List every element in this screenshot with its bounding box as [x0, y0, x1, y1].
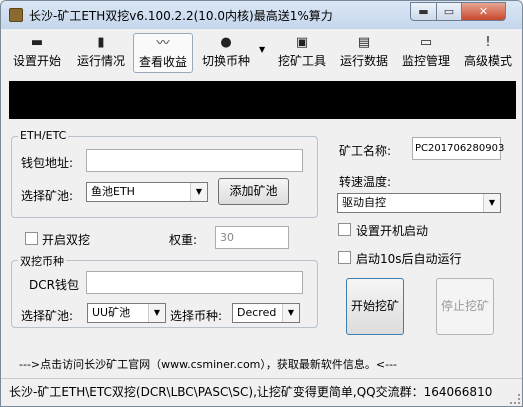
dcr-wallet-label: DCR钱包	[29, 278, 79, 292]
dual-mining-label: 开启双挖	[42, 233, 91, 247]
toggle-icon: ▬	[30, 35, 44, 50]
maximize-button[interactable]: ▭	[436, 2, 462, 21]
tab-view-earnings[interactable]: 〰 查看收益	[133, 33, 193, 73]
start-mining-button[interactable]: 开始挖矿	[346, 278, 404, 335]
toolbar: ▬ 设置开始 ▮ 运行情况 〰 查看收益 ● 切换币种 ▼ ▣ 挖矿工具 ▤ 运…	[6, 33, 519, 75]
tab-label: 切换币种	[201, 54, 250, 68]
tab-switch-coin[interactable]: ● 切换币种	[195, 33, 257, 73]
tab-advanced[interactable]: ! 高级模式	[457, 33, 519, 73]
tab-label: 挖矿工具	[277, 54, 326, 68]
tab-run-status[interactable]: ▮ 运行情况	[70, 33, 132, 73]
coin-value: Decred	[237, 306, 277, 319]
tab-label: 高级模式	[463, 54, 512, 68]
tab-label: 运行情况	[76, 54, 125, 68]
tab-monitor[interactable]: ▭ 监控管理	[395, 33, 457, 73]
chevron-down-icon[interactable]: ▼	[259, 45, 265, 54]
website-link[interactable]: --->点击访问长沙矿工官网（www.csminer.com），获取最新软件信息…	[19, 356, 397, 372]
dual-pool-select[interactable]: UU矿池 ▼	[87, 303, 166, 323]
autostart-checkbox[interactable]	[338, 223, 351, 236]
coin-label: 选择币种:	[170, 309, 223, 323]
wallet-label: 钱包地址:	[21, 156, 74, 170]
eth-group-title: ETH/ETC	[18, 129, 69, 142]
app-icon	[9, 8, 23, 22]
title-bar: 长沙-矿工ETH双挖v6.100.2.2(10.0内核)最高送1%算力 ▬ ▭ …	[1, 1, 522, 29]
dual-coin-group-title: 双挖币种	[18, 253, 66, 269]
miner-name-input[interactable]: PC201706280903	[412, 137, 504, 160]
chevron-down-icon: ▼	[190, 183, 207, 201]
tab-label: 查看收益	[138, 55, 187, 69]
fan-temp-select[interactable]: 驱动自控 ▼	[337, 193, 501, 213]
status-bar: 长沙-矿工ETH\ETC双挖(DCR\LBC\PASC\SC),让挖矿变得更简单…	[1, 378, 522, 406]
bar-chart-icon: ▮	[97, 35, 105, 50]
tab-label: 运行数据	[339, 54, 388, 68]
trend-icon: 〰	[156, 36, 170, 51]
document-icon: ▤	[357, 35, 371, 50]
coin-icon: ●	[220, 35, 232, 50]
toolbox-icon: ▣	[295, 35, 309, 50]
alert-icon: !	[485, 35, 491, 50]
wallet-address-input[interactable]	[86, 149, 303, 172]
monitor-icon: ▭	[419, 35, 433, 50]
chevron-down-icon: ▼	[148, 304, 165, 322]
autostart-label: 设置开机启动	[356, 224, 429, 238]
log-banner	[9, 81, 516, 119]
stop-mining-button[interactable]: 停止挖矿	[436, 278, 494, 335]
autorun-checkbox[interactable]	[338, 251, 351, 264]
close-button[interactable]: ✕	[461, 2, 506, 21]
tab-label: 设置开始	[12, 54, 61, 68]
weight-input[interactable]: 30	[215, 226, 289, 249]
pool-label: 选择矿池:	[21, 189, 74, 203]
coin-select[interactable]: Decred ▼	[232, 303, 300, 323]
fan-temp-label: 转速温度:	[339, 175, 392, 189]
main-window: 长沙-矿工ETH双挖v6.100.2.2(10.0内核)最高送1%算力 ▬ ▭ …	[0, 0, 523, 407]
eth-pool-value: 鱼池ETH	[91, 185, 135, 198]
tab-mining-tools[interactable]: ▣ 挖矿工具	[271, 33, 333, 73]
resize-grip-icon[interactable]	[510, 394, 520, 404]
dual-mining-checkbox[interactable]	[25, 232, 38, 245]
tab-setup-start[interactable]: ▬ 设置开始	[6, 33, 68, 73]
dual-pool-value: UU矿池	[92, 306, 131, 319]
dual-pool-label: 选择矿池:	[21, 309, 74, 323]
autorun-label: 启动10s后自动运行	[356, 252, 462, 266]
add-pool-button[interactable]: 添加矿池	[218, 178, 289, 205]
eth-pool-select[interactable]: 鱼池ETH ▼	[86, 182, 208, 202]
minimize-button[interactable]: ▬	[410, 2, 437, 21]
chevron-down-icon: ▼	[483, 194, 500, 212]
status-text: 长沙-矿工ETH\ETC双挖(DCR\LBC\PASC\SC),让挖矿变得更简单…	[9, 385, 493, 399]
chevron-down-icon: ▼	[282, 304, 299, 322]
weight-label: 权重:	[169, 233, 198, 247]
tab-label: 监控管理	[401, 54, 450, 68]
miner-name-label: 矿工名称:	[339, 144, 392, 158]
tab-run-data[interactable]: ▤ 运行数据	[333, 33, 395, 73]
window-title: 长沙-矿工ETH双挖v6.100.2.2(10.0内核)最高送1%算力	[29, 9, 333, 23]
fan-temp-value: 驱动自控	[342, 196, 386, 209]
dcr-wallet-input[interactable]	[86, 271, 303, 294]
